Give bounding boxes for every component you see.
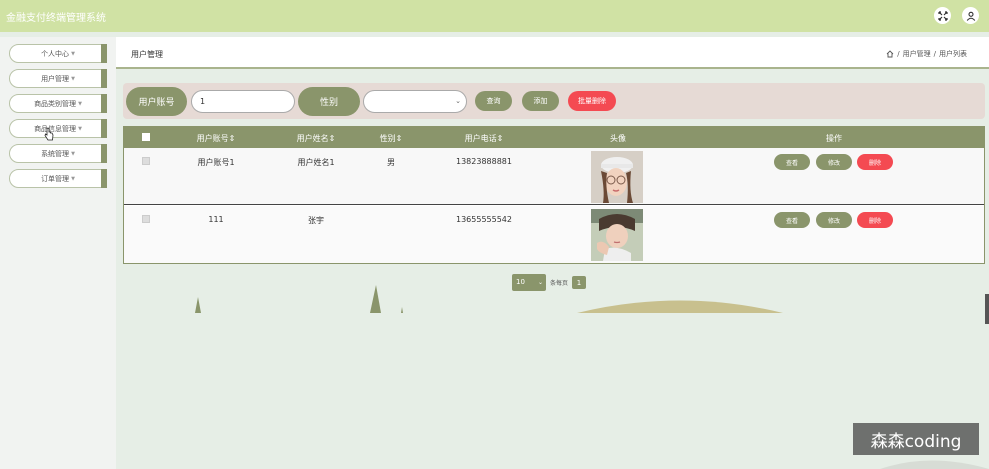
sort-icon: ⇕ — [228, 134, 236, 143]
avatar — [591, 151, 643, 203]
view-button[interactable]: 查看 — [774, 154, 810, 170]
cell-account: 用户账号1 — [197, 158, 235, 167]
table-row: 111 张宇 13655555542 查看 修改 删除 — [124, 206, 984, 263]
avatar — [591, 209, 643, 261]
column-header-account[interactable]: 用户账号⇕ — [197, 133, 236, 144]
top-bar: 金融支付终端管理系统 — [0, 0, 989, 32]
row-checkbox[interactable] — [142, 215, 150, 223]
table-header: 用户账号⇕ 用户姓名⇕ 性别⇕ 用户电话⇕ 头像 操作 — [124, 127, 984, 148]
cell-phone: 13655555542 — [456, 215, 512, 224]
batch-delete-button[interactable]: 批量删除 — [568, 91, 616, 111]
column-header-actions: 操作 — [826, 134, 842, 143]
cell-gender: 男 — [387, 158, 395, 167]
edit-button[interactable]: 修改 — [816, 212, 852, 228]
watermark: 森森coding — [853, 423, 979, 455]
sidebar-item-order-management[interactable]: 订单管理 ▼ — [9, 169, 107, 188]
sort-icon: ⇕ — [328, 134, 336, 143]
gender-label: 性别 — [298, 87, 360, 116]
breadcrumb: / 用户管理 / 用户列表 — [886, 49, 967, 59]
sort-icon: ⇕ — [395, 134, 403, 143]
user-icon[interactable] — [962, 7, 979, 24]
column-header-phone[interactable]: 用户电话⇕ — [465, 133, 504, 144]
fullscreen-icon[interactable] — [934, 7, 951, 24]
chevron-down-icon: ▼ — [71, 75, 75, 82]
hand-cursor-icon — [44, 127, 54, 141]
cell-name: 张宇 — [308, 216, 324, 225]
chevron-down-icon: ▼ — [78, 125, 82, 132]
breadcrumb-bar: 用户管理 / 用户管理 / 用户列表 — [116, 37, 989, 69]
cell-account: 111 — [208, 215, 224, 224]
chevron-down-icon: ▼ — [71, 150, 75, 157]
column-header-name[interactable]: 用户姓名⇕ — [297, 133, 336, 144]
sort-icon: ⇕ — [496, 134, 504, 143]
edit-button[interactable]: 修改 — [816, 154, 852, 170]
account-input[interactable] — [191, 90, 295, 113]
side-handle[interactable] — [985, 294, 989, 324]
select-all-checkbox[interactable] — [142, 133, 150, 141]
table-row: 用户账号1 用户姓名1 男 13823888881 查看 修改 删除 — [124, 148, 984, 205]
gender-select[interactable]: ⌄ — [363, 90, 467, 113]
column-header-avatar: 头像 — [610, 134, 626, 143]
cell-phone: 13823888881 — [456, 157, 512, 166]
sidebar-item-user-management[interactable]: 用户管理 ▼ — [9, 69, 107, 88]
add-button[interactable]: 添加 — [522, 91, 559, 111]
column-header-gender[interactable]: 性别⇕ — [380, 133, 403, 144]
filter-bar: 用户账号 性别 ⌄ 查询 添加 批量删除 — [123, 83, 985, 119]
breadcrumb-item-user-management[interactable]: 用户管理 — [903, 49, 931, 59]
background-decoration — [195, 285, 989, 469]
sidebar-item-category-management[interactable]: 商品类别管理 ▼ — [9, 94, 107, 113]
cell-name: 用户姓名1 — [297, 158, 335, 167]
sidebar-item-personal-center[interactable]: 个人中心 ▼ — [9, 44, 107, 63]
user-table: 用户账号⇕ 用户姓名⇕ 性别⇕ 用户电话⇕ 头像 操作 用户账号1 用户姓名1 … — [123, 126, 985, 264]
delete-button[interactable]: 删除 — [857, 212, 893, 228]
account-label: 用户账号 — [126, 87, 187, 116]
row-checkbox[interactable] — [142, 157, 150, 165]
chevron-down-icon: ▼ — [78, 100, 82, 107]
app-title: 金融支付终端管理系统 — [6, 13, 106, 24]
chevron-down-icon: ▼ — [71, 175, 75, 182]
home-icon[interactable] — [886, 50, 894, 58]
chevron-down-icon: ▼ — [71, 50, 75, 57]
page-title: 用户管理 — [131, 50, 163, 59]
delete-button[interactable]: 删除 — [857, 154, 893, 170]
breadcrumb-item-user-list: 用户列表 — [939, 50, 967, 58]
search-button[interactable]: 查询 — [475, 91, 512, 111]
chevron-down-icon: ⌄ — [455, 97, 461, 105]
view-button[interactable]: 查看 — [774, 212, 810, 228]
sidebar-item-product-management[interactable]: 商品信息管理 ▼ — [9, 119, 107, 138]
sidebar-item-system-management[interactable]: 系统管理 ▼ — [9, 144, 107, 163]
